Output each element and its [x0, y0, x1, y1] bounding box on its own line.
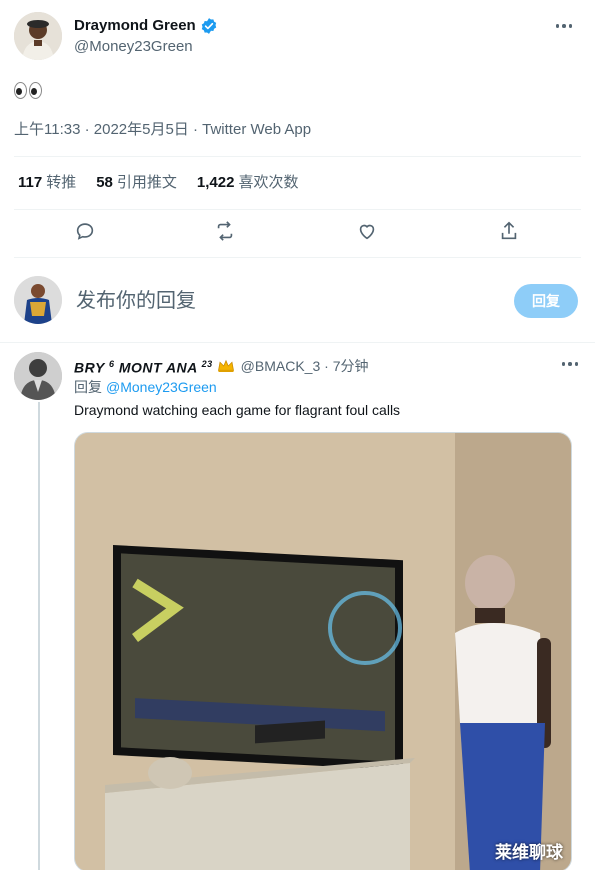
share-icon[interactable] — [498, 220, 524, 246]
author-name[interactable]: Draymond Green — [74, 16, 218, 36]
reply-author-header: BRY 6 MONT ANA 23 @BMACK_3 · 7分钟 — [74, 354, 369, 378]
reply-time[interactable]: 7分钟 — [333, 356, 369, 376]
reply-button[interactable]: 回复 — [514, 284, 578, 318]
reply-composer: 发布你的回复 回复 — [14, 276, 582, 328]
verified-badge-icon — [201, 18, 216, 34]
tweet-action-bar — [0, 220, 595, 250]
author-handle[interactable]: @Money23Green — [74, 37, 193, 57]
replying-to: 回复 @Money23Green — [74, 379, 217, 395]
likes-count[interactable]: 1,422 喜欢次数 — [197, 172, 299, 194]
tweet-text: 👀 — [14, 78, 42, 106]
eyes-emoji — [14, 82, 42, 99]
more-options-icon[interactable] — [556, 354, 584, 374]
more-options-icon[interactable] — [550, 16, 578, 36]
reply-input[interactable]: 发布你的回复 — [76, 288, 196, 314]
tweet-author-header: Draymond Green @Money23Green — [14, 12, 584, 62]
author-name-text: Draymond Green — [74, 17, 196, 34]
reply-author-avatar[interactable] — [14, 352, 62, 400]
divider — [0, 342, 595, 343]
author-avatar[interactable] — [14, 12, 62, 60]
tweet-stats: 117 转推 58 引用推文 1,422 喜欢次数 — [18, 172, 298, 194]
like-icon[interactable] — [356, 220, 382, 246]
reply-text: Draymond watching each game for flagrant… — [74, 402, 401, 418]
replying-to-link[interactable]: @Money23Green — [106, 379, 217, 395]
retweets-count[interactable]: 117 转推 — [18, 172, 76, 194]
current-user-avatar[interactable] — [14, 276, 62, 324]
divider — [14, 209, 581, 210]
divider — [14, 257, 581, 258]
divider — [14, 156, 581, 157]
reply-media-image[interactable]: 莱维聊球 — [74, 432, 572, 870]
tweet-timestamp[interactable]: 上午11:33 · 2022年5月5日 · Twitter Web App — [14, 120, 311, 140]
reply-author-name[interactable]: BRY 6 MONT ANA 23 — [74, 354, 213, 378]
separator-dot: · — [320, 357, 333, 374]
crown-icon — [217, 359, 234, 372]
watermark: 莱维聊球 — [495, 843, 563, 862]
quote-tweets-count[interactable]: 58 引用推文 — [96, 172, 177, 194]
reply-icon[interactable] — [74, 220, 100, 246]
thread-line — [38, 402, 40, 870]
media-illustration — [75, 433, 571, 870]
reply-author-handle[interactable]: @BMACK_3 — [241, 356, 321, 376]
retweet-icon[interactable] — [214, 220, 240, 246]
